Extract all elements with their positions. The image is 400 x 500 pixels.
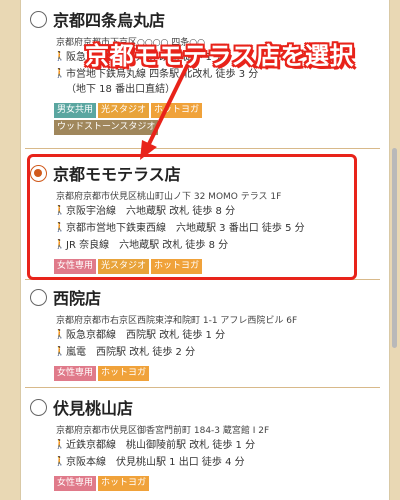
callout-arrow-icon (140, 63, 190, 160)
callout-text: 京都モモテラス店を選択 (85, 42, 355, 70)
